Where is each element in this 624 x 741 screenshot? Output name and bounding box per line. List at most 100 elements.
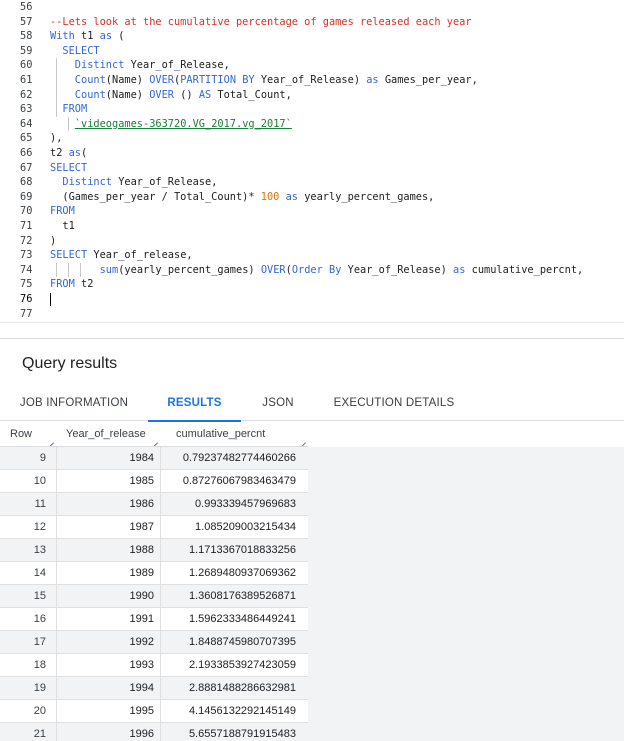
year-cell: 1994 <box>56 677 160 699</box>
code-token: 100 <box>260 190 280 203</box>
code-token: () <box>174 88 199 101</box>
code-line[interactable]: 73 SELECT Year_of_release, <box>0 248 624 263</box>
table-row[interactable]: 12 1987 1.085209003215434 <box>0 516 308 539</box>
code-line[interactable]: 71 t1 <box>0 219 624 234</box>
code-token: Count <box>50 88 106 101</box>
cumulative-percent-cell: 4.1456132292145149 <box>160 700 308 722</box>
column-header-cumulative-percnt[interactable]: cumulative_percnt <box>160 421 308 447</box>
column-resize-icon[interactable] <box>152 437 158 443</box>
row-number-cell: 12 <box>33 521 46 533</box>
row-number-cell: 21 <box>33 728 46 740</box>
code-line[interactable]: 65), <box>0 131 624 146</box>
code-text: Distinct Year_of_Release, <box>50 58 230 73</box>
cumulative-percent-cell: 2.8881488286632981 <box>160 677 308 699</box>
row-number-cell: 16 <box>33 613 46 625</box>
code-line[interactable]: 77 <box>0 307 624 322</box>
row-number-cell: 15 <box>33 590 46 602</box>
row-number-cell: 17 <box>33 636 46 648</box>
code-line[interactable]: 63 FROM <box>0 102 624 117</box>
code-token: Distinct <box>50 59 125 72</box>
tab-json[interactable]: JSON <box>241 387 315 421</box>
table-row[interactable]: 10 1985 0.87276067983463479 <box>0 470 308 493</box>
code-text: Distinct Year_of_Release, <box>50 175 217 190</box>
tab-execution-details[interactable]: EXECUTION DETAILS <box>315 387 473 421</box>
code-token: Year_of_Release) <box>254 74 367 86</box>
indent-guide <box>68 116 69 132</box>
table-row[interactable]: 13 1988 1.1713367018833256 <box>0 539 308 562</box>
code-line[interactable]: 59 SELECT <box>0 44 624 59</box>
code-line[interactable]: 76 <box>0 292 624 307</box>
code-text: SELECT <box>50 44 99 59</box>
code-token: (Name) <box>105 88 150 101</box>
code-line[interactable]: 70 FROM <box>0 204 624 219</box>
results-grid: Row Year_of_release cumulative_percnt 91… <box>0 421 624 741</box>
cumulative-percent-cell: 1.5962333486449241 <box>160 608 308 630</box>
column-header-year-of-release[interactable]: Year_of_release <box>56 421 160 447</box>
code-text: t2 as( <box>50 146 87 161</box>
code-text: FROM t2 <box>50 277 93 292</box>
line-number: 73 <box>20 249 33 262</box>
column-resize-icon[interactable] <box>48 437 54 443</box>
code-token: yearly_percent_games, <box>298 190 435 203</box>
code-line[interactable]: 74 sum(yearly_percent_games) OVER(Order … <box>0 263 624 278</box>
code-line[interactable]: 61 Count(Name) OVER(PARTITION BY Year_of… <box>0 73 624 88</box>
table-row[interactable]: 16 1991 1.5962333486449241 <box>0 608 308 631</box>
code-line[interactable]: 75 FROM t2 <box>0 277 624 292</box>
code-line[interactable]: 68 Distinct Year_of_Release, <box>0 175 624 190</box>
code-line[interactable]: 56 <box>0 0 624 15</box>
column-header-label: Row <box>10 428 33 440</box>
code-line[interactable]: 66 t2 as( <box>0 146 624 161</box>
tab-job-information[interactable]: JOB INFORMATION <box>0 387 148 421</box>
code-text: Count(Name) OVER(PARTITION BY Year_of_Re… <box>50 73 478 88</box>
table-row[interactable]: 9 1984 0.79237482774460266 <box>0 447 308 470</box>
code-line[interactable]: 72) <box>0 234 624 249</box>
code-line[interactable]: 57 --Lets look at the cumulative percenta… <box>0 15 624 30</box>
table-row[interactable]: 14 1989 1.2689480937069362 <box>0 562 308 585</box>
code-line[interactable]: 58 With t1 as ( <box>0 29 624 44</box>
indent-guide <box>56 262 57 278</box>
code-token: PARTITION BY <box>180 74 255 86</box>
column-resize-icon[interactable] <box>300 437 306 443</box>
year-cell: 1990 <box>56 585 160 607</box>
code-text: ), <box>50 131 62 146</box>
year-cell: 1986 <box>56 493 160 515</box>
code-token: Games_per_year, <box>378 74 478 86</box>
code-line[interactable]: 67 SELECT <box>0 161 624 176</box>
cumulative-percent-cell: 1.085209003215434 <box>160 516 308 538</box>
code-text: sum(yearly_percent_games) OVER(Order By … <box>50 263 584 278</box>
code-token: Year_of_Release) <box>341 263 454 276</box>
code-line[interactable]: 62 Count(Name) OVER () AS Total_Count, <box>0 88 624 103</box>
row-number-cell: 20 <box>33 705 46 717</box>
code-line[interactable]: 69 (Games_per_year / Total_Count)* 100 a… <box>0 190 624 205</box>
code-line[interactable]: 64 `videogames-363720.VG_2017.vg_2017` <box>0 117 624 132</box>
code-token: With <box>50 30 75 43</box>
code-line[interactable]: 60 Distinct Year_of_Release, <box>0 58 624 73</box>
table-row[interactable]: 21 1996 5.6557188791915483 <box>0 723 308 741</box>
sql-editor[interactable]: 56 57 --Lets look at the cumulative percen… <box>0 0 624 322</box>
table-row[interactable]: 18 1993 2.1933853927423059 <box>0 654 308 677</box>
code-text: (Games_per_year / Total_Count)* 100 as y… <box>50 190 434 205</box>
table-row[interactable]: 17 1992 1.8488745980707395 <box>0 631 308 654</box>
column-header-label: cumulative_percnt <box>176 428 266 440</box>
code-token: (yearly_percent_games) <box>118 263 261 276</box>
code-token: t1 <box>74 30 100 43</box>
year-cell: 1985 <box>56 470 160 492</box>
tab-results[interactable]: RESULTS <box>148 387 241 422</box>
code-text: `videogames-363720.VG_2017.vg_2017` <box>50 117 292 132</box>
table-row[interactable]: 19 1994 2.8881488286632981 <box>0 677 308 700</box>
code-token: Count <box>50 74 106 86</box>
code-token: FROM <box>50 278 75 291</box>
table-row[interactable]: 20 1995 4.1456132292145149 <box>0 700 308 723</box>
line-number: 77 <box>20 307 33 320</box>
year-cell: 1993 <box>56 654 160 676</box>
code-token: as <box>453 263 466 276</box>
column-header-row[interactable]: Row <box>0 421 56 447</box>
table-row[interactable]: 15 1990 1.3608176389526871 <box>0 585 308 608</box>
year-cell: 1996 <box>56 723 160 741</box>
year-cell: 1984 <box>56 447 160 469</box>
line-number: 62 <box>20 88 33 101</box>
line-number: 71 <box>20 220 33 232</box>
year-cell: 1988 <box>56 539 160 561</box>
table-row[interactable]: 11 1986 0.993339457969683 <box>0 493 308 516</box>
